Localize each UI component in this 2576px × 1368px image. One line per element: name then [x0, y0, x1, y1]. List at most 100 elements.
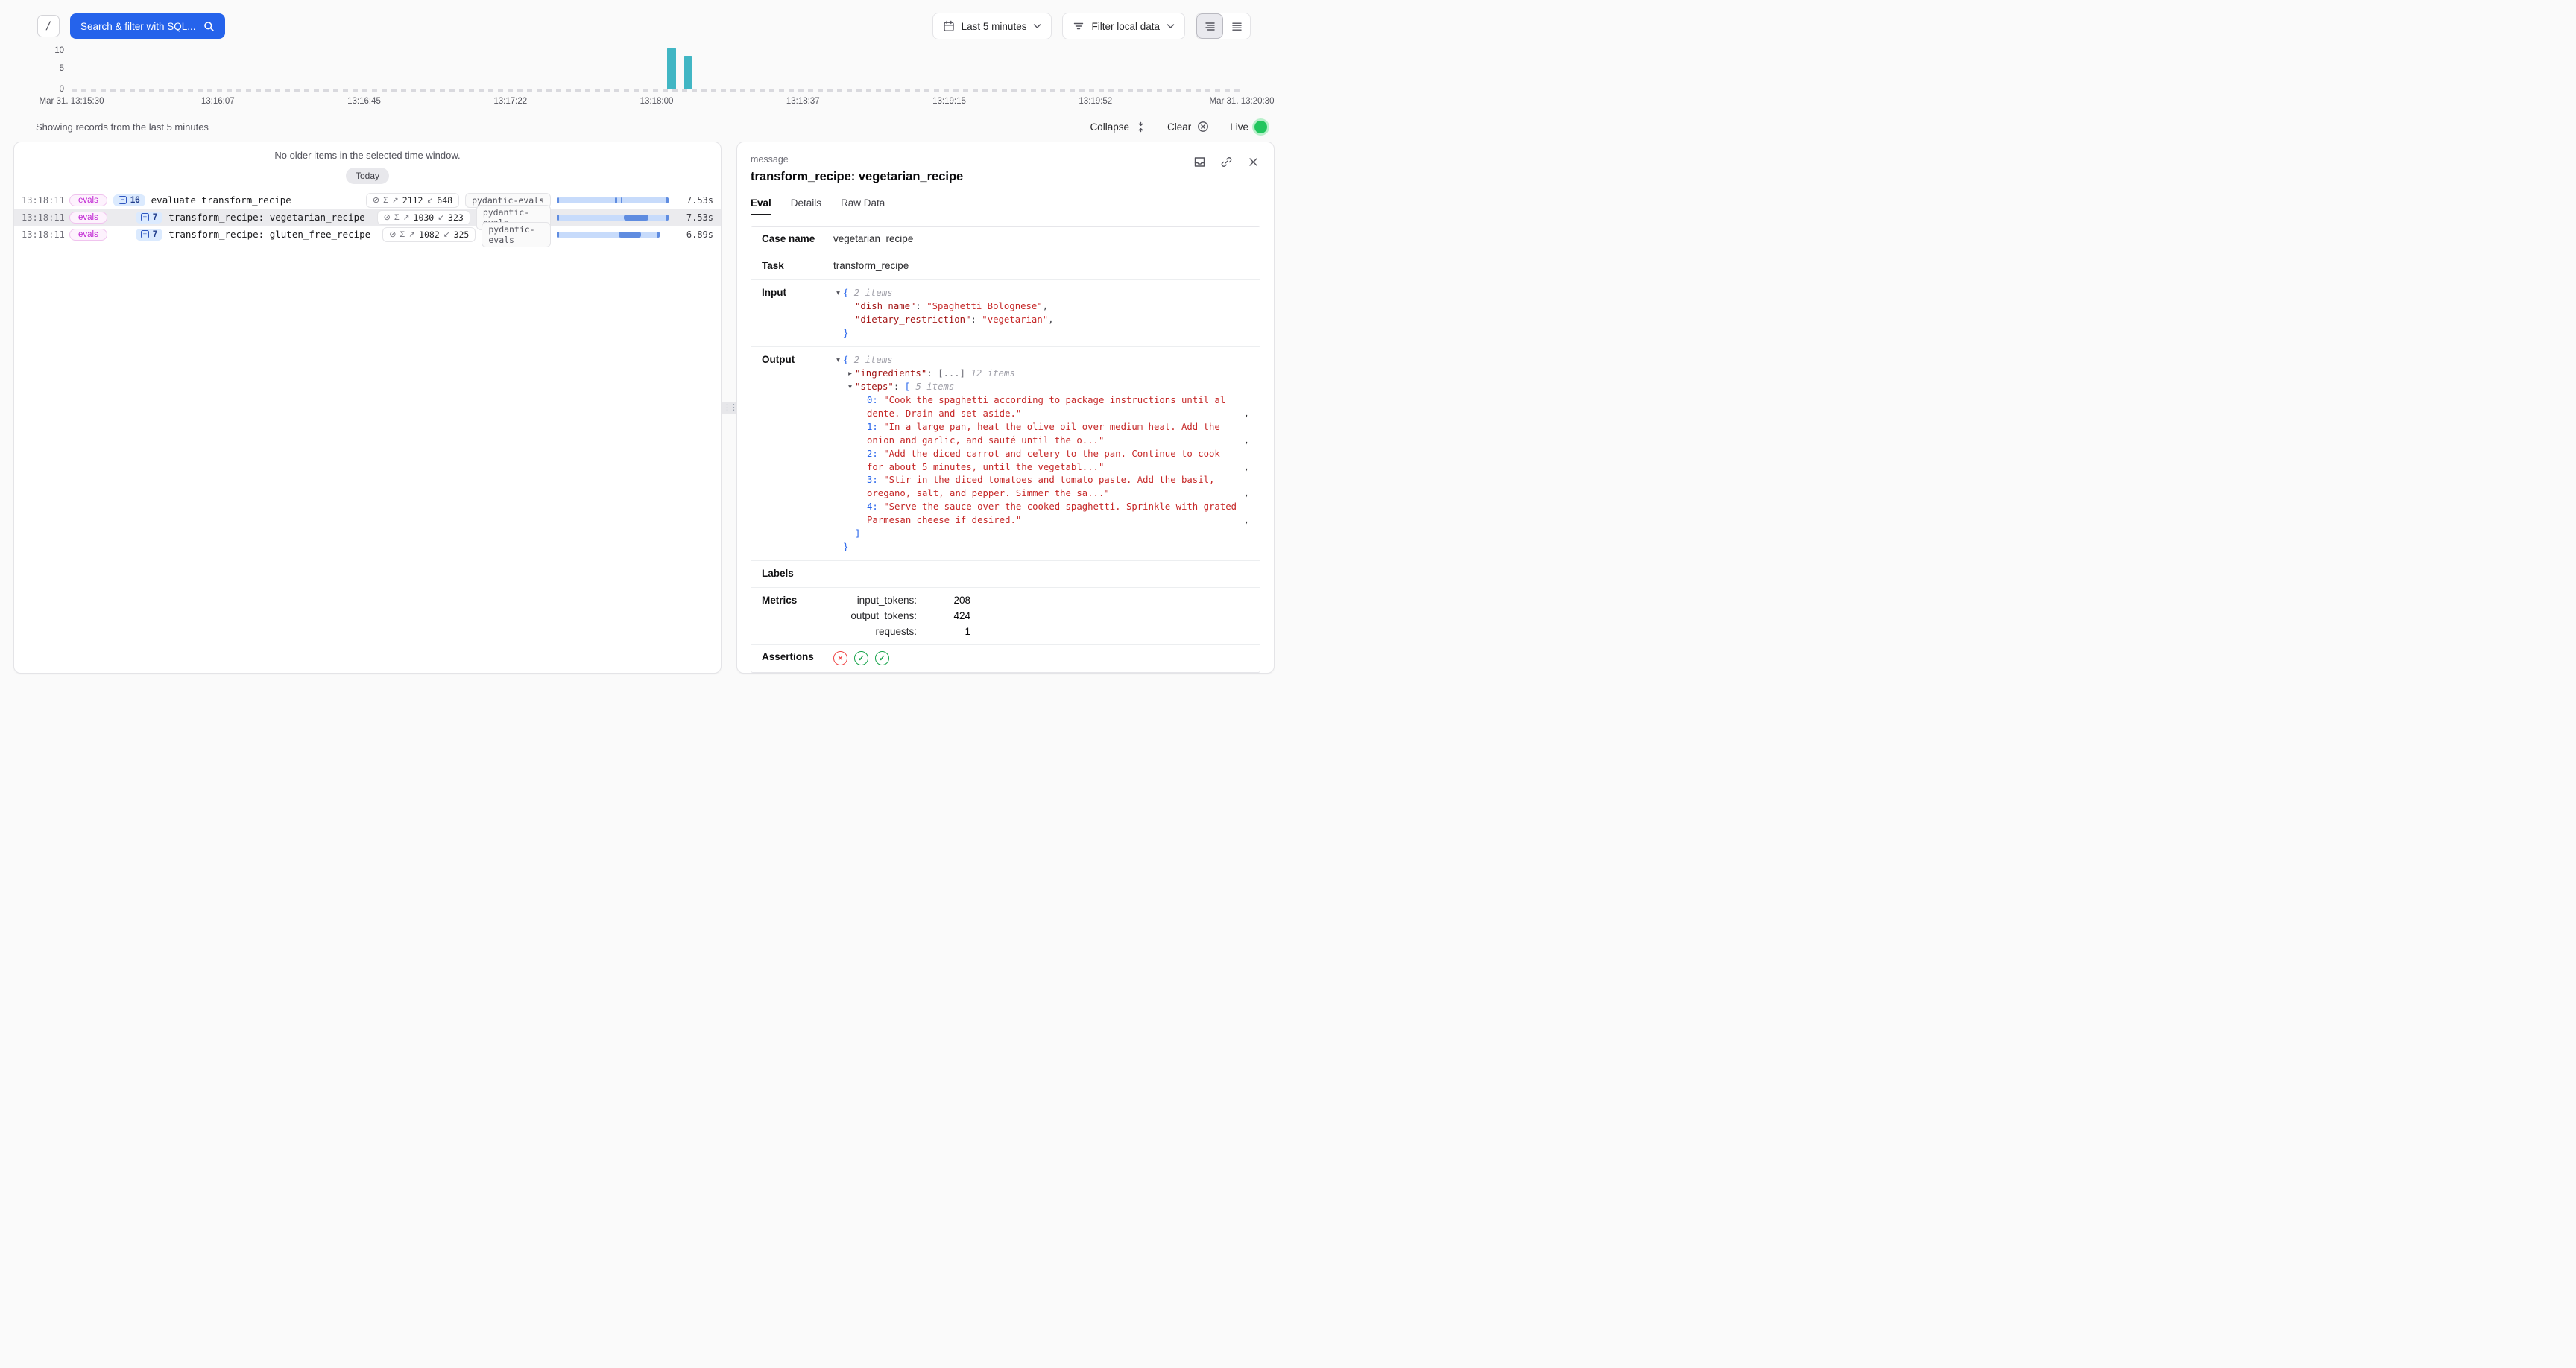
- metrics-row: Metrics input_tokens: 208 output_tokens:…: [751, 588, 1260, 645]
- metrics-table: input_tokens: 208 output_tokens: 424 req…: [833, 595, 1249, 637]
- dense-list-icon: [1205, 21, 1216, 32]
- sql-search-label: Search & filter with SQL...: [80, 21, 196, 32]
- trace-rows: 13:18:11 evals −16 evaluate transform_re…: [14, 191, 721, 243]
- children-count: 7: [153, 230, 157, 239]
- today-divider: Today: [14, 168, 721, 184]
- search-icon: [203, 21, 215, 32]
- token-metrics-badge: ⊘ Σ ↗ 1082 ↙ 325: [382, 227, 476, 242]
- children-count-badge[interactable]: +7: [136, 212, 162, 224]
- token-metrics-badge: ⊘ Σ ↗ 2112 ↙ 648: [366, 193, 459, 208]
- input-tokens-count: 2112: [402, 195, 423, 206]
- input-json-viewer[interactable]: ▾{ 2 items"dish_name": "Spaghetti Bologn…: [833, 287, 1249, 340]
- children-count-badge[interactable]: −16: [113, 194, 145, 206]
- tab-eval[interactable]: Eval: [751, 197, 771, 215]
- filter-local-data-label: Filter local data: [1091, 21, 1160, 32]
- output-json-viewer[interactable]: ▾{ 2 items▸"ingredients": [...] 12 items…: [833, 354, 1249, 554]
- inbox-icon: [1193, 156, 1206, 168]
- trace-row-vegetarian[interactable]: 13:18:11 evals +7 transform_recipe: vege…: [14, 209, 721, 226]
- sql-search-button[interactable]: Search & filter with SQL...: [70, 13, 225, 39]
- row-timestamp: 13:18:11: [22, 212, 63, 223]
- span-duration: 7.53s: [675, 195, 713, 206]
- output-tokens-count: 325: [454, 229, 470, 240]
- detail-panel: message transform_recipe: vegetarian_rec…: [736, 142, 1275, 674]
- labels-row: Labels: [751, 561, 1260, 588]
- trace-row-evaluate[interactable]: 13:18:11 evals −16 evaluate transform_re…: [14, 191, 721, 209]
- output-tokens-count: 323: [448, 212, 464, 223]
- expand-children-icon[interactable]: +: [141, 213, 149, 221]
- filter-icon: [1073, 20, 1085, 32]
- span-name: transform_recipe: vegetarian_recipe: [168, 212, 364, 223]
- live-indicator-icon: [1254, 121, 1267, 133]
- arrow-down-left-icon: ↙: [443, 230, 450, 239]
- collapse-icon: [1135, 121, 1146, 133]
- output-label: Output: [762, 354, 833, 554]
- metric-value: 208: [917, 595, 970, 606]
- histogram-plot[interactable]: 10 5 0: [72, 48, 1242, 89]
- eval-detail-table: Case name vegetarian_recipe Task transfo…: [751, 226, 1260, 673]
- input-label: Input: [762, 287, 833, 340]
- evals-tag-badge: evals: [69, 212, 107, 224]
- copy-link-button[interactable]: [1219, 154, 1234, 169]
- trace-row-gluten-free[interactable]: 13:18:11 evals +7 transform_recipe: glut…: [14, 226, 721, 243]
- y-tick-10: 10: [45, 46, 64, 55]
- histogram-bars: [72, 48, 1242, 89]
- evals-tag-badge: evals: [69, 194, 107, 206]
- input-tokens-count: 1082: [419, 229, 440, 240]
- assertions-label: Assertions: [762, 651, 833, 665]
- tab-details[interactable]: Details: [791, 197, 821, 215]
- arrow-down-left-icon: ↙: [426, 196, 433, 205]
- detail-title: transform_recipe: vegetarian_recipe: [751, 170, 963, 184]
- time-range-button[interactable]: Last 5 minutes: [932, 13, 1052, 39]
- assertion-pass-icon[interactable]: ✓: [875, 651, 889, 665]
- detail-header-icons: [1192, 154, 1260, 169]
- sigma-icon: Σ: [383, 196, 388, 205]
- sigma-icon: Σ: [394, 213, 400, 222]
- close-panel-button[interactable]: [1246, 154, 1260, 169]
- task-label: Task: [762, 260, 833, 273]
- comfy-list-view-button[interactable]: [1223, 13, 1250, 39]
- assertion-fail-icon[interactable]: ×: [833, 651, 847, 665]
- dense-list-view-button[interactable]: [1196, 13, 1223, 39]
- children-count: 7: [153, 213, 157, 222]
- collapse-button[interactable]: Collapse: [1090, 121, 1146, 133]
- assertions-icons: × ✓ ✓: [833, 651, 1249, 665]
- link-icon: [1220, 156, 1233, 168]
- span-name: transform_recipe: gluten_free_recipe: [168, 229, 370, 240]
- empty-note: No older items in the selected time wind…: [14, 150, 721, 161]
- task-row: Task transform_recipe: [751, 253, 1260, 280]
- assertion-pass-icon[interactable]: ✓: [854, 651, 868, 665]
- splitter-grip-icon[interactable]: ⋮⋮: [722, 402, 738, 414]
- span-duration-bar: [557, 232, 669, 238]
- evals-tag-badge: evals: [69, 229, 107, 241]
- children-count: 16: [130, 196, 140, 205]
- arrow-down-left-icon: ↙: [438, 213, 444, 222]
- expand-children-icon[interactable]: +: [141, 230, 149, 238]
- clear-button[interactable]: Clear: [1167, 121, 1209, 133]
- collapse-children-icon[interactable]: −: [119, 196, 127, 204]
- span-duration: 7.53s: [675, 212, 713, 223]
- tab-raw-data[interactable]: Raw Data: [841, 197, 885, 215]
- main-area: No older items in the selected time wind…: [13, 142, 1275, 674]
- metric-key: input_tokens:: [833, 595, 917, 606]
- assertions-row: Assertions × ✓ ✓: [751, 645, 1260, 672]
- case-name-label: Case name: [762, 233, 833, 246]
- arrow-up-right-icon: ↗: [408, 230, 415, 239]
- output-tokens-count: 648: [437, 195, 452, 206]
- children-count-badge[interactable]: +7: [136, 229, 162, 241]
- panel-splitter[interactable]: ⋮⋮: [722, 142, 736, 674]
- slash-circle-icon: ⊘: [384, 212, 391, 222]
- comfy-list-icon: [1231, 21, 1243, 32]
- metric-value: 1: [917, 626, 970, 637]
- live-button[interactable]: Live: [1230, 121, 1267, 133]
- input-row: Input ▾{ 2 items"dish_name": "Spaghetti …: [751, 280, 1260, 347]
- metrics-label: Metrics: [762, 595, 833, 637]
- metric-value: 424: [917, 610, 970, 621]
- filter-local-data-button[interactable]: Filter local data: [1062, 13, 1185, 39]
- chevron-down-icon: [1167, 23, 1175, 29]
- case-name-value: vegetarian_recipe: [833, 233, 1249, 246]
- case-name-row: Case name vegetarian_recipe: [751, 227, 1260, 253]
- metric-key: output_tokens:: [833, 610, 917, 621]
- slash-shortcut-key: /: [37, 15, 60, 37]
- slash-circle-icon: ⊘: [373, 195, 379, 205]
- inbox-button[interactable]: [1192, 154, 1207, 169]
